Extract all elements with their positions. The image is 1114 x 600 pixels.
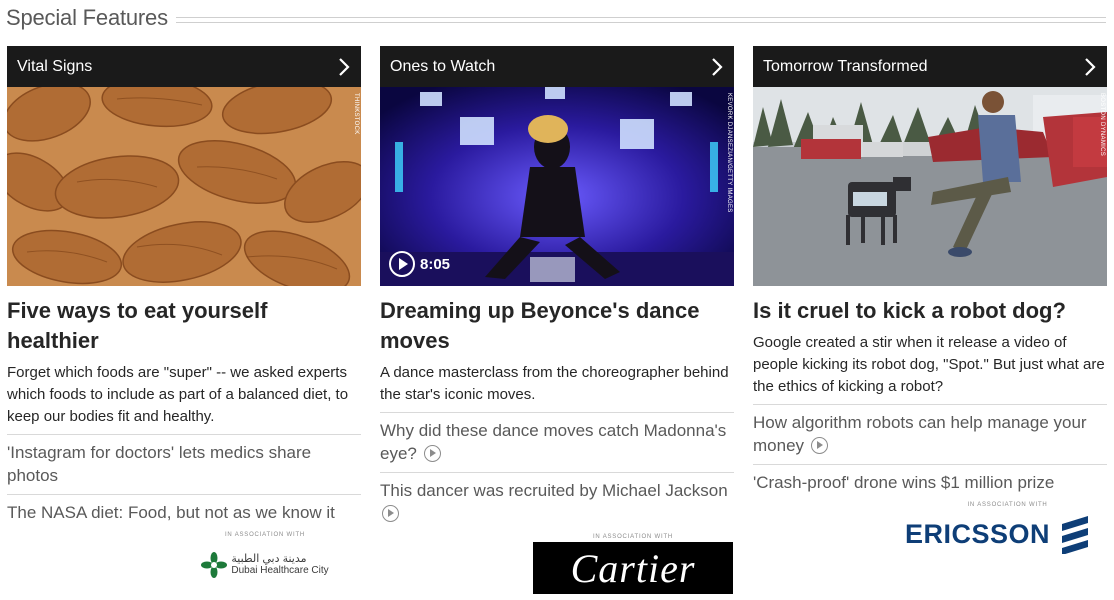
association-label: IN ASSOCIATION WITH [224,532,306,538]
sponsor-name-english: Dubai Healthcare City [231,565,329,576]
story-summary: Forget which foods are "super" -- we ask… [7,364,349,425]
story-headline[interactable]: Dreaming up Beyonce's dance moves [380,296,734,356]
photo-credit: THINKSTOCK [353,93,359,135]
chevron-right-icon [1085,57,1096,76]
association-label: IN ASSOCIATION WITH [592,534,674,540]
photo-credit: KEVORK DJANSEZIAN/GETTY IMAGES [726,93,732,213]
related-story-text: How algorithm robots can help manage you… [753,413,1087,455]
section-header: Special Features [6,4,1106,32]
dubai-healthcare-city-logo: مدينة دبي الطبية Dubai Healthcare City [190,552,340,578]
related-story-text: This dancer was recruited by Michael Jac… [380,481,728,500]
related-story-link[interactable]: This dancer was recruited by Michael Jac… [380,472,734,532]
story-summary: Google created a stir when it release a … [753,334,1105,395]
story-headline[interactable]: Is it cruel to kick a robot dog? [753,296,1107,326]
cartier-logo: Cartier [533,542,733,594]
sponsor-dubai-healthcare-city[interactable]: IN ASSOCIATION WITH مدينة دبي الطبية Dub… [190,532,340,578]
video-play-overlay[interactable]: 8:05 [389,251,450,277]
ericsson-stripes-icon [1062,516,1089,554]
sponsor-cartier[interactable]: IN ASSOCIATION WITH Cartier [533,534,733,594]
video-play-icon [810,437,828,454]
related-story-text: 'Crash-proof' drone wins $1 million priz… [753,473,1055,492]
almonds-illustration [7,87,361,286]
related-story-link[interactable]: 'Crash-proof' drone wins $1 million priz… [753,464,1107,501]
video-play-icon [423,445,441,462]
association-label: IN ASSOCIATION WITH [967,502,1048,508]
feature-card-vital-signs: Vital Signs THINKSTOCK Five ways to eat … [7,46,361,531]
video-play-icon [382,505,399,522]
related-story-text: 'Instagram for doctors' lets medics shar… [7,443,312,485]
flower-logo-icon [201,552,228,578]
parking-lot-robot-illustration [753,87,1107,286]
related-story-link[interactable]: Why did these dance moves catch Madonna'… [380,412,734,472]
category-title: Vital Signs [17,57,93,75]
related-story-link[interactable]: How algorithm robots can help manage you… [753,404,1107,464]
story-image-almonds[interactable]: THINKSTOCK [7,87,361,286]
feature-card-tomorrow-transformed: Tomorrow Transformed BOSTON DYNAMICS Is … [753,46,1107,501]
related-story-link[interactable]: 'Instagram for doctors' lets medics shar… [7,434,361,494]
story-headline[interactable]: Five ways to eat yourself healthier [7,296,361,356]
sponsor-name-arabic: مدينة دبي الطبية [231,553,307,565]
chevron-right-icon [712,57,723,76]
sponsor-name: Cartier [570,545,696,591]
section-divider [175,17,1106,23]
sponsor-name: ERICSSON [905,518,1051,549]
category-title: Tomorrow Transformed [763,57,928,75]
category-link-tomorrow-transformed[interactable]: Tomorrow Transformed [753,46,1107,87]
category-link-ones-to-watch[interactable]: Ones to Watch [380,46,734,87]
related-story-link[interactable]: The NASA diet: Food, but not as we know … [7,494,361,531]
section-title: Special Features [6,5,168,30]
category-title: Ones to Watch [390,57,496,75]
video-duration: 8:05 [420,255,451,273]
story-image-robot-dog[interactable]: BOSTON DYNAMICS [753,87,1107,286]
story-video-thumbnail[interactable]: KEVORK DJANSEZIAN/GETTY IMAGES 8:05 [380,87,734,286]
ericsson-logo: ERICSSON [905,514,1110,554]
feature-card-ones-to-watch: Ones to Watch KEVORK DJANSEZIAN/GETTY IM… [380,46,734,532]
photo-credit: BOSTON DYNAMICS [1099,93,1105,157]
chevron-right-icon [339,57,350,76]
story-summary: A dance masterclass from the choreograph… [380,364,729,403]
play-icon [389,251,415,277]
category-link-vital-signs[interactable]: Vital Signs [7,46,361,87]
related-story-text: The NASA diet: Food, but not as we know … [7,503,335,522]
sponsor-ericsson[interactable]: IN ASSOCIATION WITH ERICSSON [905,502,1110,554]
